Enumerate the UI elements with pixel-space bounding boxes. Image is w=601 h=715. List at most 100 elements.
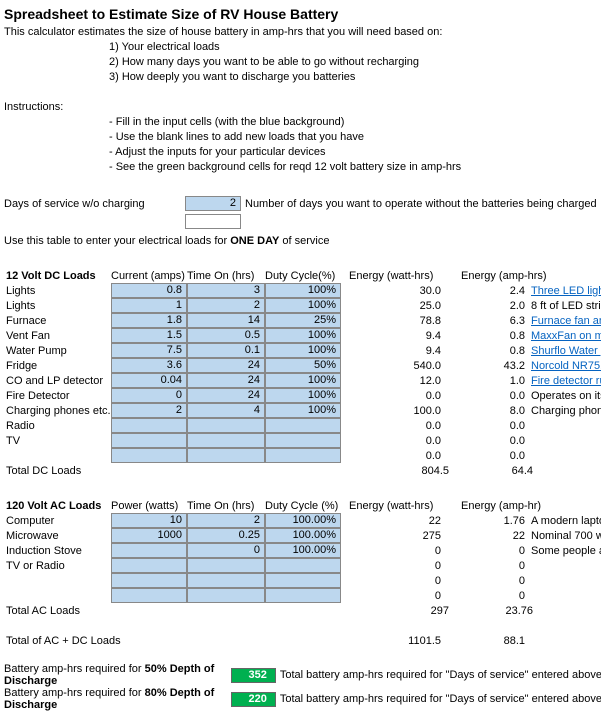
cell-input[interactable] xyxy=(111,573,187,588)
instruction-item: - Adjust the inputs for your particular … xyxy=(4,144,601,159)
load-name: Lights xyxy=(4,300,111,312)
table-row: Induction Stove0100.00%00Some people are… xyxy=(4,543,601,558)
cell-input[interactable]: 100% xyxy=(265,328,341,343)
ac-total-label: Total AC Loads xyxy=(4,605,111,617)
cell-input[interactable]: 0.1 xyxy=(187,343,265,358)
col-energy-ah-ac: Energy (amp-hr) xyxy=(461,500,557,512)
cell-input[interactable]: 24 xyxy=(187,388,265,403)
energy-wh: 25.0 xyxy=(341,300,453,312)
table-row: Lights0.83100%30.02.4Three LED lights at… xyxy=(4,283,601,298)
load-name: Fridge xyxy=(4,360,111,372)
energy-wh: 0.0 xyxy=(341,420,453,432)
days-note: Number of days you want to operate witho… xyxy=(241,198,597,210)
cell-input[interactable] xyxy=(187,588,265,603)
cell-input[interactable]: 0.8 xyxy=(111,283,187,298)
cell-input[interactable]: 100% xyxy=(265,283,341,298)
cell-input[interactable]: 100.00% xyxy=(265,543,341,558)
energy-ah: 8.0 xyxy=(453,405,531,417)
ac-section-title: 120 Volt AC Loads xyxy=(4,500,111,512)
table-row: Charging phones etc.24100%100.08.0Chargi… xyxy=(4,403,601,418)
empty-input[interactable] xyxy=(185,214,241,229)
cell-input[interactable]: 14 xyxy=(187,313,265,328)
result-50-label: Battery amp-hrs required for 50% Depth o… xyxy=(4,663,231,687)
note-link[interactable]: MaxxFan on medium speed (It wi xyxy=(531,330,601,342)
instructions-label: Instructions: xyxy=(4,101,63,113)
cell-input[interactable]: 2 xyxy=(187,298,265,313)
cell-input[interactable]: 100% xyxy=(265,343,341,358)
cell-input[interactable] xyxy=(111,433,187,448)
cell-input[interactable]: 10 xyxy=(111,513,187,528)
table-row: Microwave10000.25100.00%27522Nominal 700… xyxy=(4,528,601,543)
col-duty: Duty Cycle(%) xyxy=(265,270,349,282)
intro-item: 2) How many days you want to be able to … xyxy=(4,54,601,69)
cell-input[interactable]: 100.00% xyxy=(265,513,341,528)
cell-input[interactable] xyxy=(187,418,265,433)
cell-input[interactable]: 4 xyxy=(187,403,265,418)
cell-input[interactable]: 100% xyxy=(265,298,341,313)
cell-input[interactable]: 1.5 xyxy=(111,328,187,343)
page-title: Spreadsheet to Estimate Size of RV House… xyxy=(4,4,601,24)
cell-input[interactable]: 0 xyxy=(187,543,265,558)
cell-input[interactable]: 100% xyxy=(265,388,341,403)
cell-input[interactable] xyxy=(111,448,187,463)
note-link[interactable]: Furnace fan and electronics for At xyxy=(531,315,601,327)
cell-input[interactable] xyxy=(111,558,187,573)
cell-input[interactable]: 0 xyxy=(111,388,187,403)
note-link[interactable]: Norcold NR751 (Danfoss compres xyxy=(531,360,601,372)
cell-input[interactable]: 2 xyxy=(187,513,265,528)
cell-input[interactable]: 7.5 xyxy=(111,343,187,358)
grand-total-ah: 88.1 xyxy=(453,635,531,647)
days-input[interactable]: 2 xyxy=(185,196,241,211)
cell-input[interactable]: 24 xyxy=(187,373,265,388)
cell-input[interactable]: 1 xyxy=(111,298,187,313)
energy-ah: 0.0 xyxy=(453,435,531,447)
table-row: TV0.00.0 xyxy=(4,433,601,448)
energy-ah: 0.8 xyxy=(453,345,531,357)
cell-input[interactable]: 1.8 xyxy=(111,313,187,328)
energy-ah: 22 xyxy=(453,530,531,542)
note-text: A modern laptop - runs about 6 hr xyxy=(531,515,601,527)
cell-input[interactable]: 24 xyxy=(187,358,265,373)
cell-input[interactable] xyxy=(265,573,341,588)
result-50-note: Total battery amp-hrs required for "Days… xyxy=(276,669,601,681)
note-link[interactable]: Shurflo Water pump xyxy=(531,345,601,357)
energy-ah: 6.3 xyxy=(453,315,531,327)
cell-input[interactable]: 0.04 xyxy=(111,373,187,388)
cell-input[interactable]: 3.6 xyxy=(111,358,187,373)
cell-input[interactable]: 0.5 xyxy=(187,328,265,343)
cell-input[interactable] xyxy=(111,588,187,603)
cell-input[interactable]: 2 xyxy=(111,403,187,418)
energy-wh: 0 xyxy=(341,590,453,602)
cell-input[interactable] xyxy=(111,543,187,558)
note-text: Charging phones etc. using 12 vol xyxy=(531,405,601,417)
days-label: Days of service w/o charging xyxy=(4,198,145,210)
cell-input[interactable]: 1000 xyxy=(111,528,187,543)
cell-input[interactable] xyxy=(111,418,187,433)
cell-input[interactable]: 100% xyxy=(265,373,341,388)
cell-input[interactable] xyxy=(187,558,265,573)
cell-input[interactable]: 100.00% xyxy=(265,528,341,543)
energy-ah: 43.2 xyxy=(453,360,531,372)
intro-item: 3) How deeply you want to discharge you … xyxy=(4,69,601,84)
cell-input[interactable] xyxy=(265,558,341,573)
cell-input[interactable] xyxy=(187,573,265,588)
cell-input[interactable] xyxy=(187,448,265,463)
note-text: 8 ft of LED strip light xyxy=(531,300,601,312)
note-link[interactable]: Fire detector runs on its own batt xyxy=(531,375,601,387)
cell-input[interactable] xyxy=(187,433,265,448)
cell-input[interactable] xyxy=(265,588,341,603)
cell-input[interactable]: 0.25 xyxy=(187,528,265,543)
energy-wh: 22 xyxy=(341,515,453,527)
note-link[interactable]: Three LED lights at 3.1 watts each xyxy=(531,285,601,297)
cell-input[interactable]: 50% xyxy=(265,358,341,373)
table-row: Computer102100.00%221.76A modern laptop … xyxy=(4,513,601,528)
energy-ah: 0 xyxy=(453,575,531,587)
cell-input[interactable]: 3 xyxy=(187,283,265,298)
energy-wh: 0 xyxy=(341,560,453,572)
cell-input[interactable] xyxy=(265,448,341,463)
load-name: Charging phones etc. xyxy=(4,405,111,417)
cell-input[interactable] xyxy=(265,433,341,448)
cell-input[interactable] xyxy=(265,418,341,433)
cell-input[interactable]: 25% xyxy=(265,313,341,328)
cell-input[interactable]: 100% xyxy=(265,403,341,418)
